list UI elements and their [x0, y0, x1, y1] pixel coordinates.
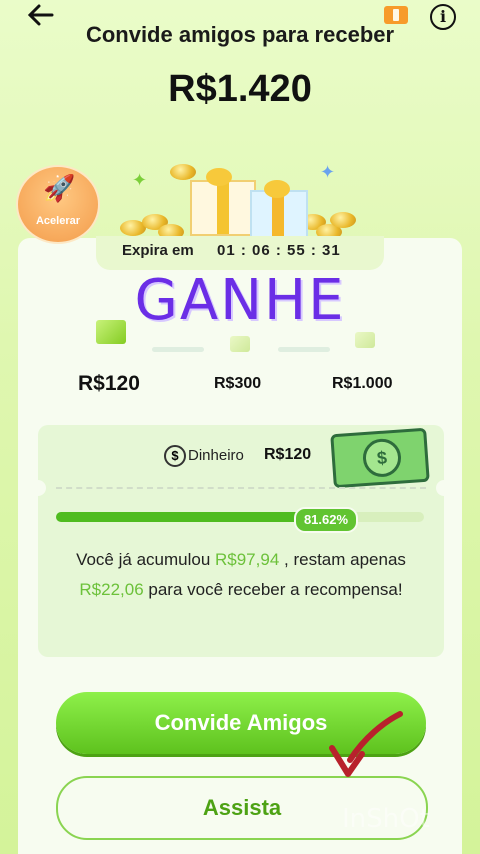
cash-bill-icon: $: [330, 427, 430, 489]
boost-label: Acelerar: [35, 215, 81, 227]
header: i Convide amigos para receber R$1.420: [0, 0, 480, 120]
milestone-amount-3[interactable]: R$1.000: [332, 375, 393, 393]
progress-percent: 81.62%: [294, 507, 358, 533]
rocket-icon: 🚀: [43, 173, 76, 203]
reward-value: R$120: [264, 446, 312, 463]
milestone-box-2-icon: [230, 336, 250, 352]
timer-label: Expira em: [122, 242, 194, 259]
divider: [56, 487, 426, 489]
remaining-amount: R$22,06: [79, 580, 144, 599]
milestone-track: [0, 312, 480, 372]
milestone-box-3-icon: [355, 332, 375, 348]
reward-header: $ Dinheiro R$120 $: [38, 425, 444, 489]
reward-type-label: Dinheiro: [188, 447, 244, 464]
page-title: Convide amigos para receber: [85, 22, 395, 47]
milestone-amounts: R$120 R$300 R$1.000: [0, 372, 480, 402]
timer-value: 01 : 06 : 55 : 31: [217, 242, 341, 259]
progress-message: Você já acumulou R$97,94 , restam apenas…: [76, 550, 406, 599]
boost-button[interactable]: 🚀 Acelerar: [16, 165, 100, 244]
expiry-timer: Expira em 01 : 06 : 55 : 31: [96, 236, 384, 270]
watermark-text: InShOt: [342, 804, 430, 834]
red-arrow-annotation-icon: [329, 711, 403, 777]
milestone-amount-2[interactable]: R$300: [214, 375, 261, 393]
milestone-box-1-icon: [96, 320, 126, 344]
accumulated-amount: R$97,94: [215, 550, 280, 569]
milestone-amount-1[interactable]: R$120: [78, 372, 140, 396]
reward-details: $ Dinheiro R$120 $ 81.62% Você já acumul…: [30, 425, 452, 657]
dollar-circle-icon: $: [164, 445, 186, 467]
total-amount: R$1.420: [168, 68, 312, 110]
progress-bar: [56, 512, 424, 522]
